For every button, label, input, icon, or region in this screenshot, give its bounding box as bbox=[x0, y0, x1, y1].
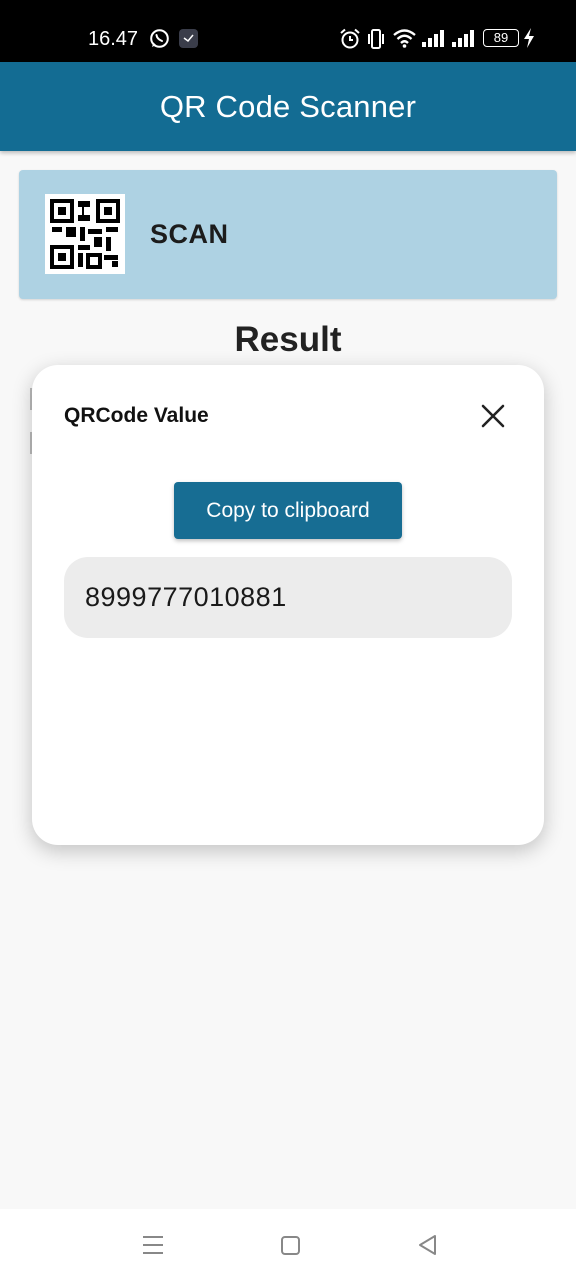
status-bar: 16.47 89 bbox=[0, 0, 576, 62]
clock-app-icon bbox=[179, 29, 198, 48]
dialog-title: QRCode Value bbox=[64, 404, 209, 427]
copy-to-clipboard-button[interactable]: Copy to clipboard bbox=[174, 482, 402, 539]
result-heading: Result bbox=[234, 320, 342, 359]
back-icon[interactable] bbox=[416, 1229, 440, 1261]
status-time: 16.47 bbox=[88, 28, 139, 50]
menu-icon[interactable] bbox=[141, 1229, 165, 1261]
signal-icon bbox=[422, 30, 444, 47]
home-icon[interactable] bbox=[279, 1229, 303, 1261]
scan-button[interactable]: SCAN bbox=[19, 170, 557, 299]
charging-icon bbox=[524, 28, 534, 48]
close-icon bbox=[481, 404, 505, 428]
app-bar: QR Code Scanner bbox=[0, 62, 576, 151]
signal-icon bbox=[452, 30, 474, 47]
qrcode-value-dialog: QRCode Value Copy to clipboard 899977701… bbox=[32, 365, 544, 845]
scan-label: SCAN bbox=[150, 219, 229, 249]
app-title: QR Code Scanner bbox=[159, 88, 417, 124]
wifi-icon bbox=[393, 29, 416, 48]
close-button[interactable] bbox=[476, 399, 510, 433]
qr-code-icon bbox=[45, 194, 125, 274]
qrcode-value-field[interactable]: 8999777010881 bbox=[64, 557, 512, 638]
qrcode-value-text: 8999777010881 bbox=[85, 582, 287, 612]
battery-icon: 89 bbox=[483, 29, 519, 47]
whatsapp-icon bbox=[150, 29, 169, 48]
vibrate-icon bbox=[368, 29, 384, 49]
battery-level: 89 bbox=[493, 30, 509, 45]
alarm-icon bbox=[340, 28, 360, 49]
navigation-bar bbox=[0, 1209, 576, 1280]
